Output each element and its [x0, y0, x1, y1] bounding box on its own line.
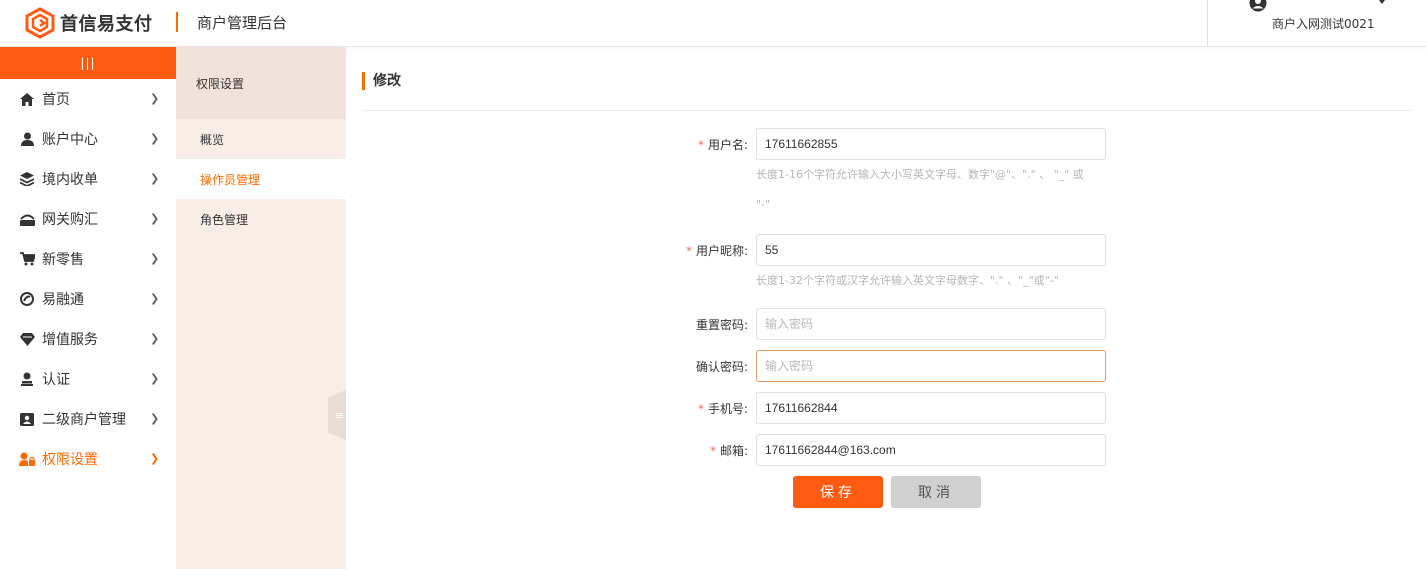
- nickname-hint: 长度1-32个字符或汉字允许输入英文字母数字、"." 、"_"或"-": [756, 274, 1059, 287]
- sidebar-item-new-retail[interactable]: 新零售 ❯: [0, 239, 176, 279]
- sidebar-item-label: 账户中心: [42, 132, 98, 148]
- brand-name: 首信易支付: [60, 14, 153, 35]
- email-input[interactable]: [756, 434, 1106, 466]
- user-icon: [19, 131, 35, 147]
- chevron-right-icon: ❯: [150, 92, 160, 105]
- cart-icon: [19, 251, 35, 267]
- exchange-icon: [19, 211, 35, 227]
- sidebar-item-label: 易融通: [42, 292, 84, 308]
- chevron-right-icon: ❯: [150, 332, 160, 345]
- sub-item-operator-management[interactable]: 操作员管理: [176, 159, 346, 199]
- menu-bars-icon: |||: [80, 56, 96, 70]
- sidebar-item-gateway-exchange[interactable]: 网关购汇 ❯: [0, 199, 176, 239]
- chevron-right-icon: ❯: [150, 212, 160, 225]
- chevron-right-icon: ❯: [150, 372, 160, 385]
- sidebar-item-label: 增值服务: [42, 332, 98, 348]
- email-label: * 邮箱:: [709, 444, 748, 458]
- sidebar-item-label: 二级商户管理: [42, 412, 126, 428]
- sidebar: ||| 首页 ❯ 账户中心 ❯ 境内收单 ❯ 网关购汇 ❯ 新零售 ❯ 易融通 …: [0, 47, 176, 569]
- chevron-right-icon: ❯: [150, 252, 160, 265]
- sidebar-item-home[interactable]: 首页 ❯: [0, 79, 176, 119]
- sidebar-toggle[interactable]: |||: [0, 47, 176, 79]
- required-mark: *: [697, 138, 704, 152]
- required-mark: *: [685, 244, 692, 258]
- main-content: 修改 *用户名: 长度1-16个字符允许输入大小写英文字母、数字"@"、"." …: [346, 47, 1426, 569]
- username-label: * 用户名:: [697, 138, 748, 152]
- username-hint-cont: "-": [756, 198, 771, 211]
- page-title: 修改: [362, 72, 401, 90]
- user-name: 商户入网测试0021: [1272, 17, 1375, 31]
- user-avatar-icon: [1249, 0, 1267, 12]
- brand-logo[interactable]: 首信易支付: [24, 5, 153, 41]
- sidebar-item-label: 认证: [42, 372, 70, 388]
- username-hint: 长度1-16个字符允许输入大小写英文字母、数字"@"、"." 、 "_" 或: [756, 168, 1084, 181]
- home-icon: [19, 91, 35, 107]
- cancel-button[interactable]: 取消: [891, 476, 981, 508]
- sidebar-item-permissions[interactable]: 权限设置 ❯: [0, 439, 176, 479]
- sub-sidebar-heading: 权限设置: [176, 47, 346, 119]
- sidebar-item-yirongtong[interactable]: 易融通 ❯: [0, 279, 176, 319]
- required-mark: *: [697, 402, 704, 416]
- username-input[interactable]: [756, 128, 1106, 160]
- user-menu[interactable]: 商户入网测试0021: [1207, 0, 1426, 47]
- sidebar-item-label: 首页: [42, 92, 70, 108]
- confirm-password-input[interactable]: [756, 350, 1106, 382]
- caret-down-icon[interactable]: [1376, 0, 1388, 4]
- reset-password-label: 重置密码:: [695, 318, 748, 332]
- save-button[interactable]: 保存: [793, 476, 883, 508]
- nickname-label: * 用户昵称:: [685, 244, 748, 258]
- chevron-right-icon: ❯: [150, 412, 160, 425]
- sidebar-item-label: 新零售: [42, 252, 84, 268]
- sub-item-overview[interactable]: 概览: [176, 119, 346, 159]
- sidebar-item-value-added[interactable]: 增值服务 ❯: [0, 319, 176, 359]
- sub-sidebar: 权限设置 概览 操作员管理 角色管理: [176, 47, 346, 569]
- required-mark: *: [709, 444, 716, 458]
- confirm-password-label: 确认密码:: [695, 360, 748, 374]
- chevron-right-icon: ❯: [150, 292, 160, 305]
- sub-item-role-management[interactable]: 角色管理: [176, 199, 346, 239]
- menu-lines-icon: ≡: [334, 408, 344, 422]
- diamond-icon: [19, 331, 35, 347]
- lock-person-icon: [19, 451, 35, 467]
- id-card-icon: [19, 411, 35, 427]
- sidebar-item-domestic-acquiring[interactable]: 境内收单 ❯: [0, 159, 176, 199]
- person-icon: [19, 371, 35, 387]
- sidebar-item-sub-merchant[interactable]: 二级商户管理 ❯: [0, 399, 176, 439]
- nickname-input[interactable]: [756, 234, 1106, 266]
- phone-label: * 手机号:: [697, 402, 748, 416]
- sidebar-item-label: 网关购汇: [42, 212, 98, 228]
- sidebar-item-label: 权限设置: [42, 452, 98, 468]
- sidebar-item-account[interactable]: 账户中心 ❯: [0, 119, 176, 159]
- phone-input[interactable]: [756, 392, 1106, 424]
- collapse-sub-sidebar-handle[interactable]: ≡: [328, 390, 346, 440]
- sidebar-item-certification[interactable]: 认证 ❯: [0, 359, 176, 399]
- sidebar-item-label: 境内收单: [42, 172, 98, 188]
- chevron-right-icon: ❯: [150, 172, 160, 185]
- reset-password-input[interactable]: [756, 308, 1106, 340]
- header-divider: [176, 12, 178, 32]
- finance-icon: [19, 291, 35, 307]
- top-header: 首信易支付 商户管理后台 商户入网测试0021: [0, 0, 1426, 47]
- title-divider: [362, 110, 1412, 111]
- app-title: 商户管理后台: [197, 14, 288, 32]
- chevron-right-icon: ❯: [150, 132, 160, 145]
- layers-icon: [19, 171, 35, 187]
- chevron-right-icon: ❯: [150, 452, 160, 465]
- brand-logo-icon: [25, 7, 55, 39]
